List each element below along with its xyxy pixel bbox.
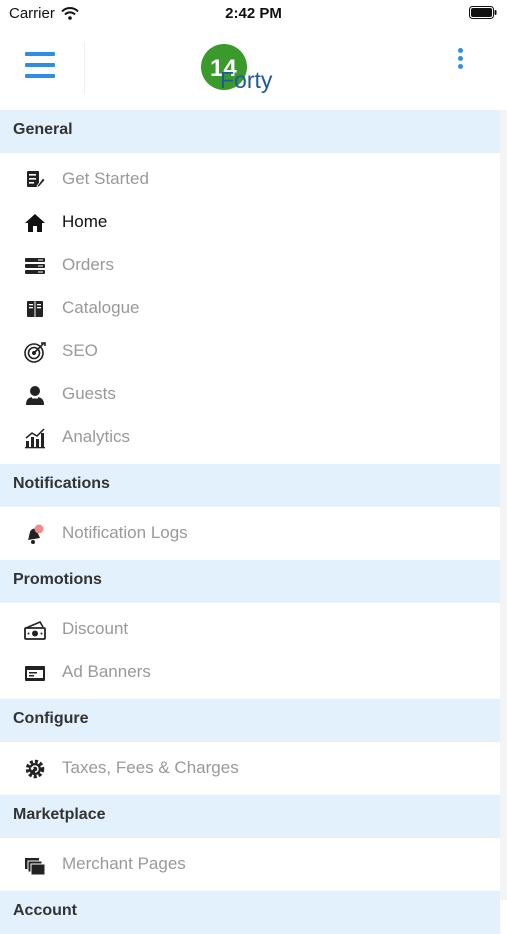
- section-promotions: Promotions: [0, 560, 500, 603]
- home-icon: [25, 214, 45, 232]
- menu-item-analytics[interactable]: Analytics: [0, 416, 500, 459]
- side-menu: General Get Started Home Orders Catalogu…: [0, 110, 500, 934]
- menu-item-discount[interactable]: Discount: [0, 608, 500, 651]
- menu-item-merchant-pages[interactable]: Merchant Pages: [0, 843, 500, 886]
- header-divider: [84, 42, 85, 94]
- bell-icon: [28, 524, 44, 544]
- stacked-list-icon: [25, 258, 45, 274]
- section-account: Account: [0, 891, 500, 934]
- bar-chart-icon: [25, 428, 45, 449]
- menu-item-label: Analytics: [62, 427, 131, 446]
- status-time: 2:42 PM: [225, 5, 282, 22]
- menu-item-taxes-fees-charges[interactable]: Taxes, Fees & Charges: [0, 747, 500, 790]
- stacked-pages-icon: [25, 858, 46, 876]
- menu-item-ad-banners[interactable]: Ad Banners: [0, 651, 500, 694]
- gear-refresh-icon: [25, 759, 45, 779]
- cash-icon: [24, 620, 46, 640]
- section-marketplace: Marketplace: [0, 795, 500, 838]
- menu-scroll-edge: [500, 110, 507, 900]
- menu-item-label: Taxes, Fees & Charges: [62, 758, 239, 777]
- user-icon: [26, 386, 44, 405]
- banner-icon: [25, 666, 45, 681]
- menu-item-label: Merchant Pages: [62, 854, 186, 873]
- menu-item-orders[interactable]: Orders: [0, 244, 500, 287]
- section-notifications: Notifications: [0, 464, 500, 507]
- book-icon: [27, 301, 43, 317]
- target-icon: [24, 342, 46, 363]
- menu-item-label: Get Started: [62, 169, 149, 188]
- vertical-dots-icon[interactable]: [450, 48, 470, 76]
- menu-item-seo[interactable]: SEO: [0, 330, 500, 373]
- menu-item-label: Catalogue: [62, 298, 140, 317]
- status-bar: Carrier 2:42 PM: [0, 0, 507, 28]
- menu-item-guests[interactable]: Guests: [0, 373, 500, 416]
- app-header: 14 Forty: [0, 28, 507, 110]
- checklist-pen-icon: [27, 171, 46, 188]
- menu-item-get-started[interactable]: Get Started: [0, 158, 500, 201]
- menu-item-home[interactable]: Home: [0, 201, 500, 244]
- menu-item-label: Discount: [62, 619, 129, 638]
- brand-logo[interactable]: 14 Forty: [198, 42, 288, 96]
- menu-item-label: Notification Logs: [62, 523, 188, 542]
- menu-item-catalogue[interactable]: Catalogue: [0, 287, 500, 330]
- hamburger-menu-icon[interactable]: [22, 52, 58, 86]
- menu-item-label: Guests: [62, 384, 116, 403]
- menu-item-label: Orders: [62, 255, 114, 274]
- menu-item-label: Ad Banners: [62, 662, 151, 681]
- svg-text:Forty: Forty: [220, 67, 273, 93]
- menu-item-notification-logs[interactable]: Notification Logs: [0, 512, 500, 555]
- menu-item-label: SEO: [62, 341, 98, 360]
- section-configure: Configure: [0, 699, 500, 742]
- menu-item-label: Home: [62, 212, 108, 231]
- battery-icon: [469, 6, 497, 19]
- section-general: General: [0, 110, 500, 153]
